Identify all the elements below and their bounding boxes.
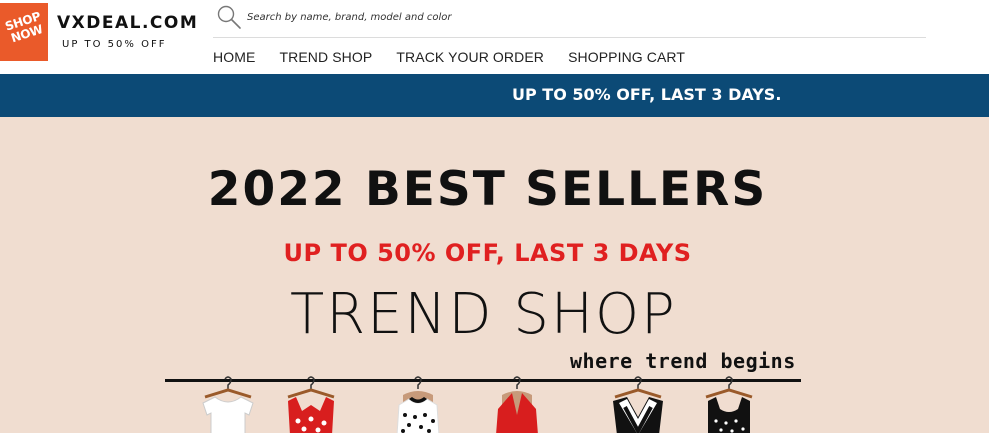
nav-item-track-order[interactable]: TRACK YOUR ORDER [396, 49, 544, 65]
search-bar [213, 0, 926, 38]
banner-subheadline: UP TO 50% OFF, LAST 3 DAYS [283, 239, 692, 267]
main-nav: HOME TREND SHOP TRACK YOUR ORDER SHOPPIN… [213, 47, 704, 67]
search-input[interactable] [247, 7, 847, 27]
banner-slogan: where trend begins [570, 349, 796, 373]
banner-headline: 2022 BEST SELLERS [207, 162, 768, 217]
red-halter-top-garment [496, 376, 538, 433]
nav-item-shopping-cart[interactable]: SHOPPING CART [568, 49, 685, 65]
site-tagline: UP TO 50% OFF [62, 39, 167, 50]
site-name[interactable]: VXDEAL.COM [57, 13, 198, 33]
nav-item-trend-shop[interactable]: TREND SHOP [280, 49, 373, 65]
site-header: SHOP NOW VXDEAL.COM UP TO 50% OFF HOME T… [0, 0, 989, 74]
black-white-top-garment [613, 376, 663, 433]
red-polka-top-garment [287, 376, 335, 433]
white-polka-dress-garment [396, 376, 440, 433]
search-icon[interactable] [216, 4, 242, 30]
promo-bar[interactable]: UP TO 50% OFF, LAST 3 DAYS. [0, 74, 989, 117]
promo-text: UP TO 50% OFF, LAST 3 DAYS. [512, 85, 782, 104]
shop-now-badge[interactable]: SHOP NOW [0, 3, 48, 61]
nav-item-home[interactable]: HOME [213, 49, 255, 65]
white-top-garment [202, 376, 254, 433]
black-polka-top-garment [705, 376, 753, 433]
banner-brand: TREND SHOP [290, 282, 677, 347]
badge-text: SHOP NOW [3, 9, 45, 46]
hero-banner[interactable]: 2022 BEST SELLERS UP TO 50% OFF, LAST 3 … [0, 117, 989, 433]
